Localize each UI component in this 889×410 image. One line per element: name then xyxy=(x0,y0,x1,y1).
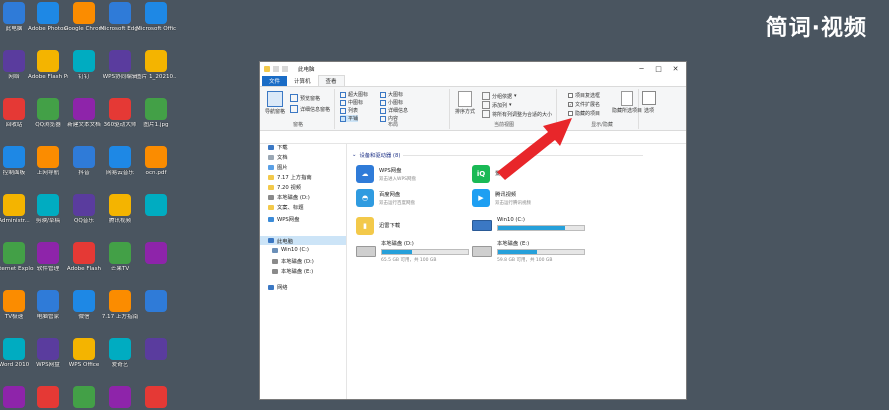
annotation-arrow xyxy=(497,118,572,180)
